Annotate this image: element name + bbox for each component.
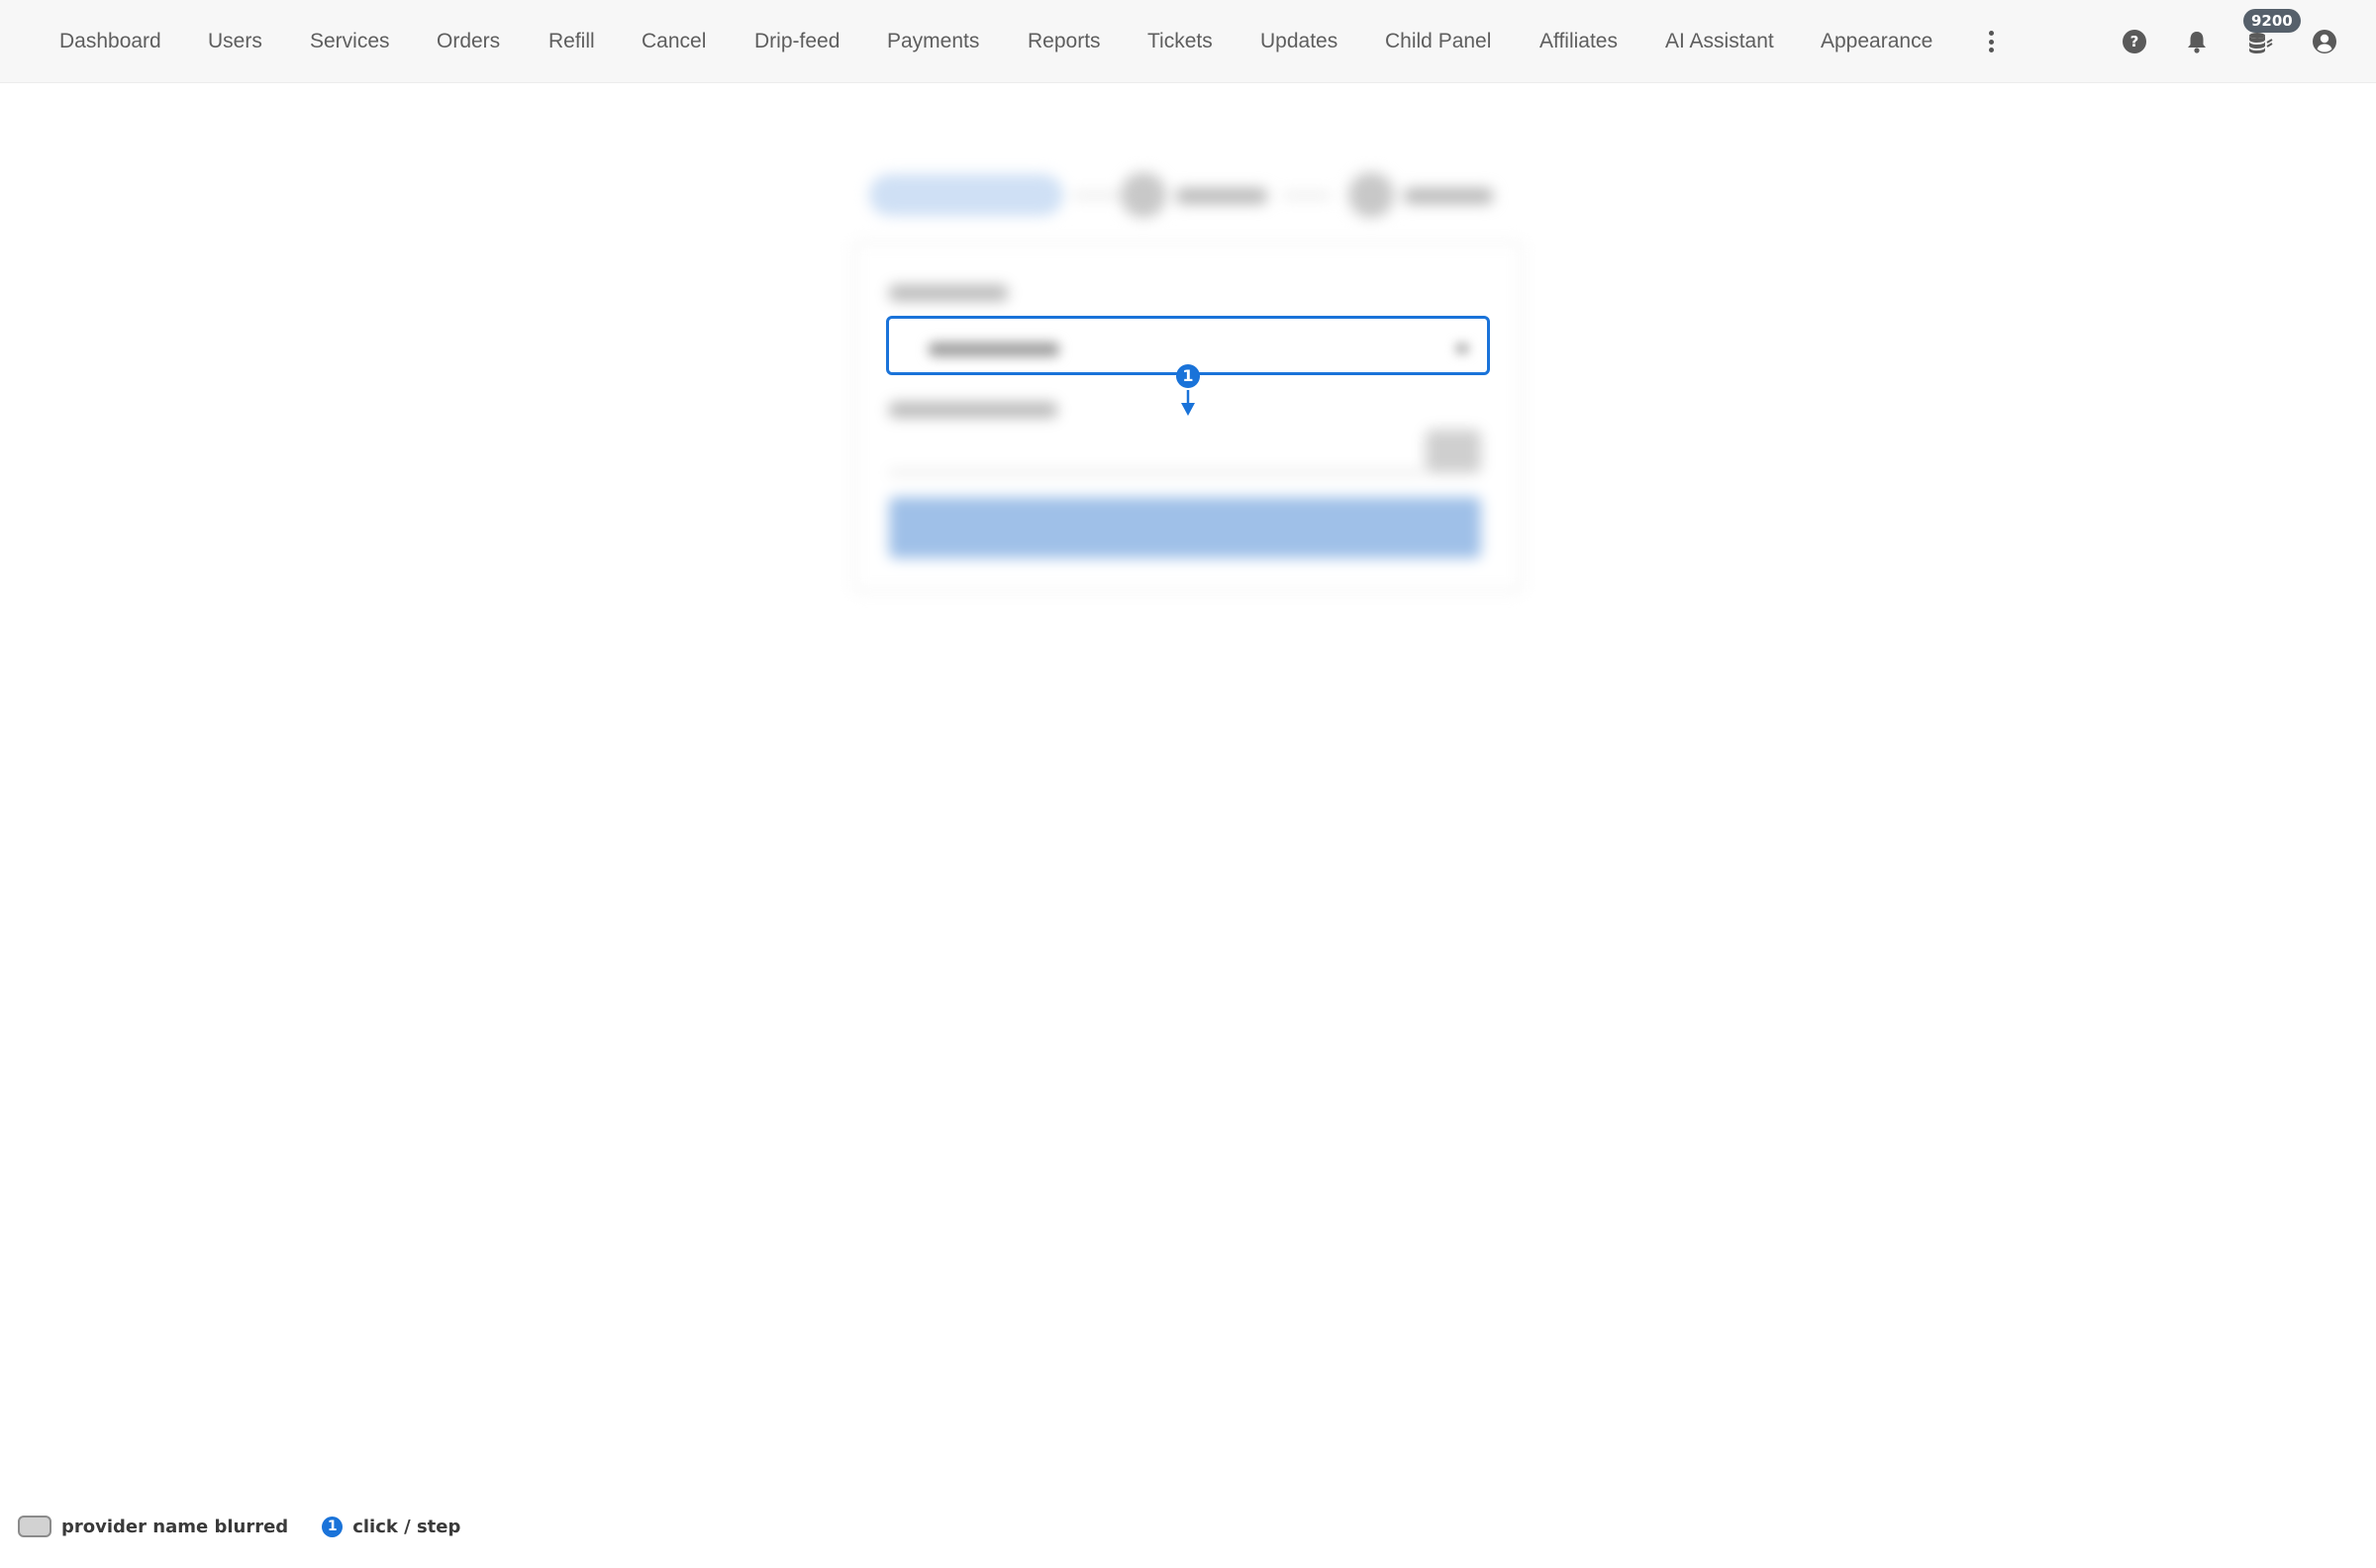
nav-orders[interactable]: Orders (437, 0, 500, 83)
field-2-label (889, 402, 1057, 418)
step-connector (1073, 194, 1119, 197)
chevron-down-icon (1455, 343, 1469, 354)
step-3-circle (1348, 172, 1394, 218)
legend: provider name blurred 1 click / step (18, 1513, 460, 1540)
arrow-down-icon (1181, 390, 1195, 416)
stepper (861, 168, 1515, 222)
field-1-label (889, 285, 1008, 301)
bell-icon[interactable] (2181, 26, 2213, 57)
step-2-circle (1121, 172, 1166, 218)
account-circle-icon[interactable] (2309, 26, 2340, 57)
legend-step-label: click / step (352, 1516, 461, 1537)
nav-services[interactable]: Services (310, 0, 390, 83)
step-1-pill (869, 174, 1063, 216)
field-2-input (889, 471, 1424, 474)
nav-tickets[interactable]: Tickets (1147, 0, 1213, 83)
step-marker: 1 (1176, 364, 1200, 388)
nav-appearance[interactable]: Appearance (1821, 0, 1932, 83)
legend-blurred-label: provider name blurred (61, 1516, 289, 1537)
nav-updates[interactable]: Updates (1260, 0, 1337, 83)
nav-refill[interactable]: Refill (548, 0, 595, 83)
nav-reports[interactable]: Reports (1028, 0, 1101, 83)
nav-child-panel[interactable]: Child Panel (1385, 0, 1491, 83)
svg-text:?: ? (2130, 33, 2139, 50)
submit-button (889, 497, 1481, 558)
nav-cancel[interactable]: Cancel (642, 0, 706, 83)
step-connector (1283, 194, 1331, 197)
nav-users[interactable]: Users (208, 0, 262, 83)
provider-name-blurred (929, 343, 1059, 356)
step-3-label (1404, 188, 1493, 204)
nav-dashboard[interactable]: Dashboard (59, 0, 161, 83)
nav-affiliates[interactable]: Affiliates (1539, 0, 1618, 83)
legend-step-marker: 1 (322, 1516, 344, 1537)
field-2-addon-button (1426, 430, 1481, 473)
help-circle-icon[interactable]: ? (2119, 26, 2150, 57)
step-2-label (1176, 188, 1267, 204)
top-navbar: Dashboard Users Services Orders Refill C… (0, 0, 2376, 83)
blurred-swatch (18, 1516, 51, 1537)
nav-payments[interactable]: Payments (887, 0, 979, 83)
nav-ai-assistant[interactable]: AI Assistant (1665, 0, 1774, 83)
balance-badge: 9200 (2243, 9, 2301, 33)
more-vertical-icon[interactable] (1983, 28, 1999, 55)
nav-drip-feed[interactable]: Drip-feed (754, 0, 840, 83)
blurred-form-region (0, 83, 2376, 592)
